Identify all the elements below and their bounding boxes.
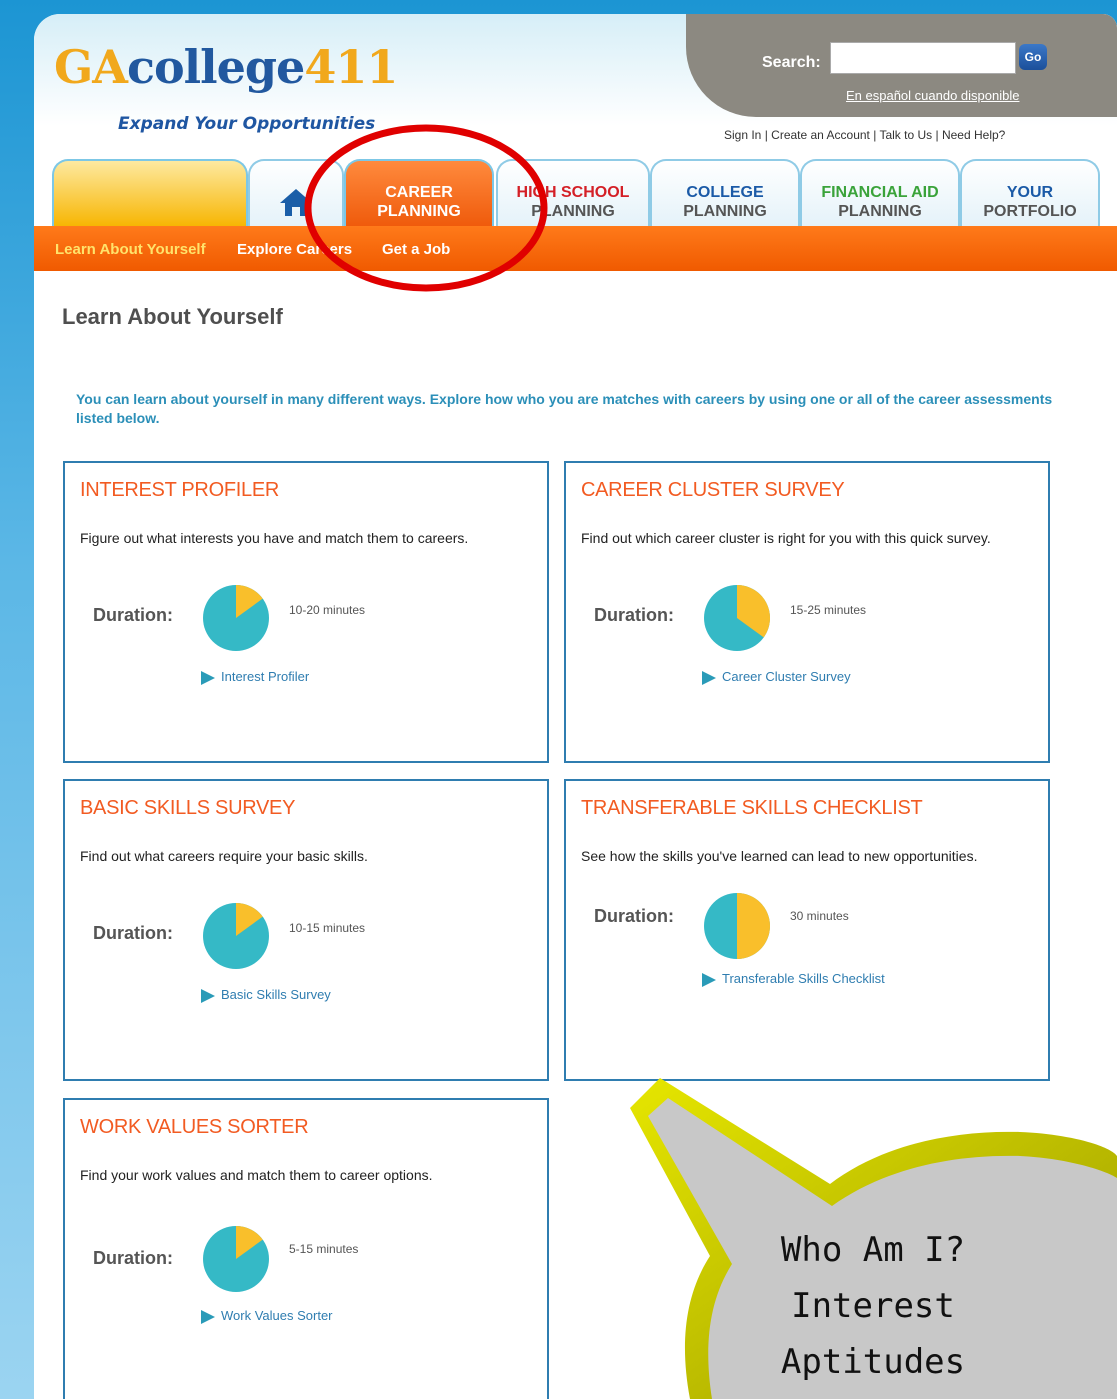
separator: | bbox=[932, 128, 942, 142]
card-title: INTEREST PROFILER bbox=[80, 479, 280, 501]
duration-label: Duration: bbox=[594, 605, 674, 625]
card-title: BASIC SKILLS SURVEY bbox=[80, 797, 296, 819]
arrow-right-icon bbox=[702, 670, 716, 685]
search-label: Search: bbox=[762, 54, 821, 71]
link-label: Work Values Sorter bbox=[221, 1308, 333, 1323]
tab-college-planning[interactable]: COLLEGE PLANNING bbox=[650, 159, 800, 227]
duration-label: Duration: bbox=[93, 605, 173, 625]
tab-line1: FINANCIAL AID bbox=[821, 184, 939, 201]
need-help-link[interactable]: Need Help? bbox=[942, 128, 1005, 142]
arrow-right-icon bbox=[201, 988, 215, 1003]
talk-to-us-link[interactable]: Talk to Us bbox=[879, 128, 932, 142]
duration-label: Duration: bbox=[93, 923, 173, 943]
assessment-link[interactable]: Career Cluster Survey bbox=[702, 669, 851, 685]
card-title: WORK VALUES SORTER bbox=[80, 1116, 309, 1138]
link-label: Basic Skills Survey bbox=[221, 987, 331, 1002]
logo-college: college bbox=[126, 40, 305, 94]
duration-pie-chart bbox=[704, 585, 770, 651]
assessment-link[interactable]: Transferable Skills Checklist bbox=[702, 971, 885, 987]
card-description: Figure out what interests you have and m… bbox=[80, 530, 469, 546]
duration-pie-chart bbox=[203, 903, 269, 969]
link-label: Transferable Skills Checklist bbox=[722, 971, 885, 986]
duration-label: Duration: bbox=[93, 1248, 173, 1268]
card-title: TRANSFERABLE SKILLS CHECKLIST bbox=[581, 797, 923, 819]
assessment-link[interactable]: Work Values Sorter bbox=[201, 1308, 333, 1324]
pie-duration-slice bbox=[737, 893, 770, 959]
assessment-card: INTEREST PROFILER Figure out what intere… bbox=[63, 461, 549, 763]
create-account-link[interactable]: Create an Account bbox=[771, 128, 870, 142]
assessment-link[interactable]: Basic Skills Survey bbox=[201, 987, 331, 1003]
duration-pie-chart bbox=[203, 1226, 269, 1292]
duration-time: 10-15 minutes bbox=[289, 921, 366, 935]
tab-line2: PORTFOLIO bbox=[983, 203, 1077, 220]
subnav-learn-about-yourself[interactable]: Learn About Yourself bbox=[55, 241, 206, 258]
duration-label: Duration: bbox=[594, 906, 674, 926]
separator: | bbox=[761, 128, 772, 142]
link-label: Career Cluster Survey bbox=[722, 669, 851, 684]
intro-text: You can learn about yourself in many dif… bbox=[76, 391, 1053, 426]
tab-financial-aid-planning[interactable]: FINANCIAL AID PLANNING bbox=[800, 159, 960, 227]
duration-time: 10-20 minutes bbox=[289, 603, 366, 617]
logo-ga: GA bbox=[54, 40, 128, 94]
arrow-right-icon bbox=[201, 670, 215, 685]
card-title: CAREER CLUSTER SURVEY bbox=[581, 479, 845, 501]
duration-time: 5-15 minutes bbox=[289, 1242, 359, 1256]
card-description: Find out which career cluster is right f… bbox=[581, 530, 991, 546]
arrow-right-icon bbox=[201, 1309, 215, 1324]
tab-your-portfolio[interactable]: YOUR PORTFOLIO bbox=[960, 159, 1100, 227]
duration-pie-chart bbox=[704, 893, 770, 959]
duration-pie-chart bbox=[203, 585, 269, 651]
link-label: Interest Profiler bbox=[221, 669, 310, 684]
duration-time: 15-25 minutes bbox=[790, 603, 867, 617]
main-tabs: CAREER PLANNING HIGH SCHOOL PLANNING COL… bbox=[48, 159, 1117, 227]
arrow-right-icon bbox=[702, 972, 716, 987]
duration-time: 30 minutes bbox=[790, 909, 849, 923]
sign-in-link[interactable]: Sign In bbox=[724, 128, 761, 142]
tab-line2: PLANNING bbox=[838, 203, 922, 220]
card-description: Find out what careers require your basic… bbox=[80, 848, 368, 864]
logo-411: 411 bbox=[304, 40, 398, 94]
bubble-line: Who Am I? bbox=[780, 1230, 966, 1270]
tab-blank bbox=[52, 159, 248, 227]
tab-line2: PLANNING bbox=[683, 203, 767, 220]
assessment-card: BASIC SKILLS SURVEY Find out what career… bbox=[63, 779, 549, 1081]
site-logo[interactable]: GAcollege411 bbox=[54, 40, 398, 94]
spanish-link[interactable]: En español cuando disponible bbox=[846, 88, 1019, 103]
bubble-line: Aptitudes bbox=[780, 1342, 966, 1382]
assessment-link[interactable]: Interest Profiler bbox=[201, 669, 309, 685]
tab-line1: COLLEGE bbox=[686, 184, 764, 201]
tab-line1: YOUR bbox=[1006, 184, 1054, 201]
red-circle-annotation bbox=[304, 124, 548, 292]
sub-navigation: Learn About Yourself Explore Careers Get… bbox=[34, 226, 1117, 271]
assessment-card: TRANSFERABLE SKILLS CHECKLIST See how th… bbox=[564, 779, 1050, 1081]
search-input[interactable] bbox=[830, 42, 1016, 74]
assessment-card: WORK VALUES SORTER Find your work values… bbox=[63, 1098, 549, 1399]
utility-links: Sign In | Create an Account | Talk to Us… bbox=[724, 128, 1005, 142]
go-button[interactable]: Go bbox=[1019, 44, 1047, 70]
speech-bubble-text: Who Am I? Interest Aptitudes bbox=[738, 1222, 1008, 1390]
card-description: Find your work values and match them to … bbox=[80, 1167, 433, 1183]
card-description: See how the skills you've learned can le… bbox=[581, 848, 978, 864]
page-title: Learn About Yourself bbox=[62, 304, 283, 329]
bubble-line: Interest bbox=[791, 1286, 955, 1326]
assessment-card: CAREER CLUSTER SURVEY Find out which car… bbox=[564, 461, 1050, 763]
